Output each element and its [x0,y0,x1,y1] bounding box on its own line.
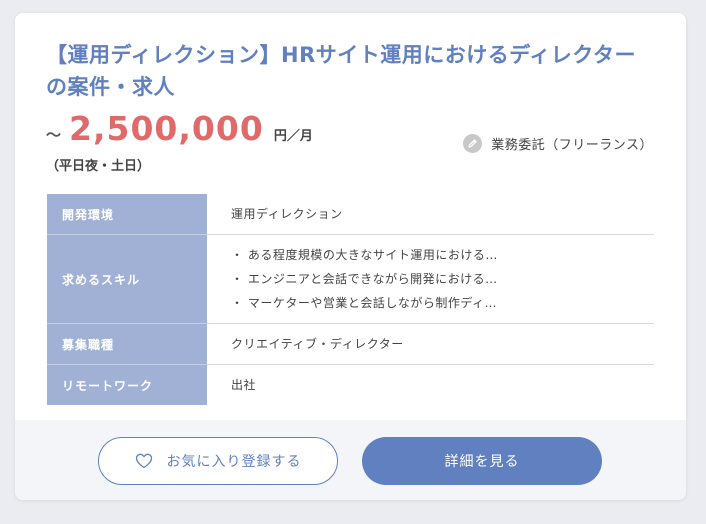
contract-type: 業務委託（フリーランス） [463,134,653,153]
contract-type-label: 業務委託（フリーランス） [491,138,653,153]
add-favorite-label: お気に入り登録する [166,454,302,470]
view-details-label: 詳細を見る [444,454,520,470]
salary-note: （平日夜・土日） [46,159,151,174]
salary-amount: 2,500,000 [69,109,264,148]
table-value-cell: ・ ある程度規模の大きなサイト運用における… ・ エンジニアと会話できながら開発… [207,235,654,323]
heart-icon [135,453,153,469]
table-header-cell: 募集職種 [47,324,207,365]
job-card: 【運用ディレクション】HRサイト運用におけるディレクターの案件・求人 ～ 2,5… [15,13,686,500]
job-title[interactable]: 【運用ディレクション】HRサイト運用におけるディレクターの案件・求人 [46,39,656,103]
table-row: 開発環境 運用ディレクション [47,194,654,235]
view-details-button[interactable]: 詳細を見る [362,437,602,485]
card-footer: お気に入り登録する 詳細を見る [15,420,686,500]
pencil-icon [463,134,483,153]
table-row: 募集職種 クリエイティブ・ディレクター [47,324,654,365]
salary: ～ 2,500,000 円／月 [46,109,313,148]
add-favorite-button[interactable]: お気に入り登録する [98,437,338,485]
table-value-line: クリエイティブ・ディレクター [231,337,404,351]
job-details-table: 開発環境 運用ディレクション 求めるスキル ・ ある程度規模の大きなサイト運用に… [47,194,654,405]
table-value-line: ・ マーケターや営業と会話しながら制作ディ… [231,296,497,310]
table-value-cell: 運用ディレクション [207,194,654,234]
table-value-line: 出社 [231,378,257,392]
table-row: リモートワーク 出社 [47,365,654,405]
table-value-line: ・ ある程度規模の大きなサイト運用における… [231,248,498,262]
salary-unit: 円／月 [273,129,313,144]
table-row: 求めるスキル ・ ある程度規模の大きなサイト運用における… ・ エンジニアと会話… [47,235,654,324]
table-value-line: ・ エンジニアと会話できながら開発における… [231,272,498,286]
table-header-cell: リモートワーク [47,365,207,405]
table-header-cell: 求めるスキル [47,235,207,324]
table-value-cell: クリエイティブ・ディレクター [207,324,654,364]
table-value-line: 運用ディレクション [231,207,343,221]
table-header-cell: 開発環境 [47,194,207,235]
salary-prefix: ～ [46,126,62,144]
table-value-cell: 出社 [207,365,654,405]
